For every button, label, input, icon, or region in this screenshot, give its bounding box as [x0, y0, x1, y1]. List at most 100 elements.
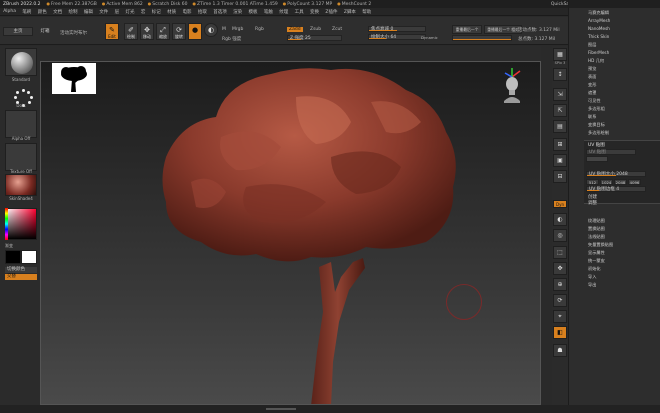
z-intensity-slider[interactable]: Z 强度 25 [287, 35, 342, 41]
secondary-color-swatch[interactable] [5, 250, 21, 264]
tree-model[interactable] [41, 62, 541, 405]
edit-button[interactable]: ✎ Edit [105, 23, 119, 40]
ghost-button[interactable]: ☗ [553, 344, 567, 357]
document-canvas[interactable] [40, 61, 541, 405]
scale-button[interactable]: ⤢ 缩放 [156, 23, 170, 40]
zoom-button[interactable]: ⇲ [553, 88, 567, 101]
material-selector[interactable] [5, 174, 37, 196]
dynamic-persp-button[interactable]: Dyn [553, 200, 567, 208]
palette-item-display-properties[interactable]: 显示属性 [588, 250, 605, 256]
palette-item-morph-target[interactable]: 变换目标 [588, 122, 605, 128]
menu-layer[interactable]: 层 [115, 9, 120, 15]
palette-item-hd-geometry[interactable]: HD 几何 [588, 58, 604, 64]
palette-item-displacement-map[interactable]: 置换贴图 [588, 226, 605, 232]
draw-size-slider[interactable]: 绘制大小 64 [368, 34, 426, 40]
scale-view-button[interactable]: ⬚ [553, 246, 567, 259]
solo-button[interactable]: ⌖ [553, 310, 567, 323]
home-button[interactable]: 主页 [3, 27, 33, 36]
uv-size-4096[interactable]: 4096 [628, 179, 641, 185]
tray-grip-handle[interactable] [266, 408, 296, 410]
palette-item-zremesher[interactable]: 马赛克编辑 [588, 10, 609, 16]
menu-color[interactable]: 颜色 [38, 9, 47, 15]
xpose-button[interactable]: ◧ [553, 326, 567, 339]
palette-item-deformation[interactable]: 变形 [588, 82, 596, 88]
focal-shift-slider[interactable]: 焦点衰减 0 [368, 26, 426, 32]
palette-item-texture-map[interactable]: 纹理贴图 [588, 218, 605, 224]
palette-item-import[interactable]: 导入 [588, 274, 596, 280]
lightbox-button[interactable]: 灯箱 [35, 27, 55, 36]
palette-item-thick-skin[interactable]: Thick Skin [588, 34, 609, 39]
menu-draw[interactable]: 绘制 [68, 9, 77, 15]
alternate-button[interactable]: 交替 [5, 274, 37, 280]
color-picker[interactable] [5, 208, 37, 240]
palette-item-polygroups[interactable]: 多边形组 [588, 106, 605, 112]
menu-marker[interactable]: 标记 [152, 9, 161, 15]
palette-item-normal-map[interactable]: 法线贴图 [588, 234, 605, 240]
uv-map-size-slider[interactable]: UV 贴图大小 2048 [586, 171, 646, 177]
palette-item-unified-skin[interactable]: 统一蒙皮 [588, 258, 605, 264]
replay-last-button[interactable]: 重播最后一个 [452, 25, 482, 34]
menu-light[interactable]: 灯光 [125, 9, 134, 15]
uv-map-border-slider[interactable]: UV 贴图边框 4 [586, 186, 646, 192]
local-button[interactable]: ⊟ [553, 170, 567, 183]
menu-stencil[interactable]: 模板 [248, 9, 257, 15]
m-toggle[interactable]: M [222, 27, 226, 32]
menu-zplugin[interactable]: Z插件 [325, 9, 337, 15]
uv-size-512[interactable]: 512 [586, 179, 599, 185]
frame-button[interactable]: ◐ [553, 213, 567, 226]
polyf-button[interactable]: ⊕ [553, 278, 567, 291]
palette-item-surface[interactable]: 表面 [588, 74, 596, 80]
texture-selector[interactable] [5, 143, 37, 171]
palette-item-export[interactable]: 导出 [588, 282, 596, 288]
switch-color-button[interactable]: 切换颜色 [5, 267, 37, 273]
menu-render[interactable]: 渲染 [233, 9, 242, 15]
actual-button[interactable]: ⇱ [553, 104, 567, 117]
zcut-slider[interactable] [452, 35, 512, 41]
palette-item-vector-displacement-map[interactable]: 矢量置换贴图 [588, 242, 613, 248]
palette-item-preview[interactable]: 预览 [588, 66, 596, 72]
palette-item-fibermesh[interactable]: FiberMesh [588, 50, 609, 55]
color-sphere-button[interactable]: ◐ [204, 23, 218, 37]
brush-selector[interactable] [5, 48, 37, 76]
material-preview-button[interactable]: ● [188, 23, 202, 40]
alpha-selector[interactable] [5, 110, 37, 138]
zsub-toggle[interactable]: Zsub [310, 27, 321, 32]
palette-item-nanomesh[interactable]: NanoMesh [588, 26, 610, 31]
transp-button[interactable]: ⟳ [553, 294, 567, 307]
palette-item-visibility[interactable]: 可见性 [588, 98, 601, 104]
uv-map-title[interactable]: UV 贴图 [588, 142, 605, 148]
zadd-toggle[interactable]: Zadd [287, 27, 303, 32]
menu-picker[interactable]: 拾取 [198, 9, 207, 15]
palette-item-contact[interactable]: 联系 [588, 114, 596, 120]
rotate-button[interactable]: ⟳ 旋转 [172, 23, 186, 40]
replay-last-relative-button[interactable]: 重播最后一个 相对 [484, 25, 522, 34]
uv-map-slider[interactable]: UV 贴图 [586, 149, 636, 155]
palette-item-layers[interactable]: 图层 [588, 42, 596, 48]
move-view-button[interactable]: ◎ [553, 229, 567, 242]
menu-transform[interactable]: 变换 [310, 9, 319, 15]
zcut-toggle[interactable]: Zcut [332, 27, 342, 32]
palette-item-arraymesh[interactable]: ArrayMesh [588, 18, 610, 23]
menu-zscript[interactable]: Z脚本 [344, 9, 356, 15]
menu-edit[interactable]: 编辑 [84, 9, 93, 15]
palette-item-polypaint[interactable]: 多边形绘制 [588, 130, 609, 136]
menu-file[interactable]: 文件 [99, 9, 108, 15]
persp-button[interactable]: ⊞ [553, 138, 567, 151]
rgb-toggle[interactable]: Rgb [255, 27, 264, 32]
spix-button[interactable]: ▦ [553, 48, 567, 61]
move-button[interactable]: ✥ 移动 [140, 23, 154, 40]
menu-tool[interactable]: 工具 [295, 9, 304, 15]
live-boolean-button[interactable]: 活动实时布尔 [60, 30, 87, 36]
dynamic-toggle[interactable]: Dynamic [421, 35, 438, 40]
draw-button[interactable]: ✐ 绘制 [124, 23, 138, 40]
main-color-swatch[interactable] [21, 250, 37, 264]
uv-size-1024[interactable]: 1024 [600, 179, 613, 185]
menu-movie[interactable]: 电影 [182, 9, 191, 15]
menu-alpha[interactable]: Alpha [3, 9, 16, 14]
menu-material[interactable]: 材质 [167, 9, 176, 15]
aahalf-button[interactable]: ▤ [553, 120, 567, 133]
menu-document[interactable]: 文档 [53, 9, 62, 15]
menu-stroke[interactable]: 笔触 [264, 9, 273, 15]
menu-help[interactable]: 帮助 [362, 9, 371, 15]
uv-map-swatch[interactable] [586, 156, 608, 162]
